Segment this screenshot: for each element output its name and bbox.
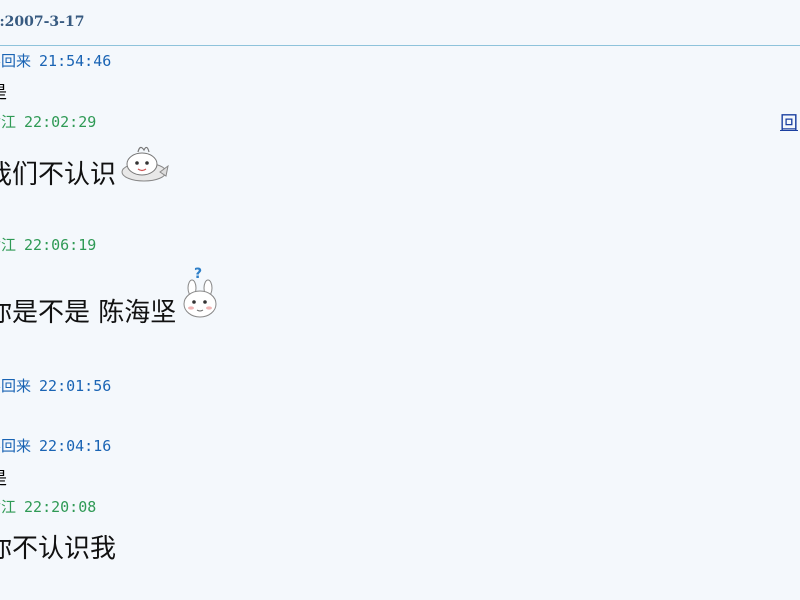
message-text: 你是不是 陈海坚 xyxy=(0,298,177,328)
sender-name: 瀚江 xyxy=(0,498,17,516)
sender-name: 瀚江 xyxy=(0,113,17,131)
message-text: 我们不认识 xyxy=(0,160,117,190)
sender-name: 瀚江 xyxy=(0,236,17,254)
history-date: t:2007-3-17 xyxy=(0,14,85,30)
message-meta: 瀚江 22:20:08 xyxy=(0,496,96,517)
sender-name: 不回来 xyxy=(0,437,32,455)
message-meta: 瀚江 22:02:29 xyxy=(0,111,96,132)
history-header: t:2007-3-17 xyxy=(0,0,800,46)
confused-bunny-emoticon: ? xyxy=(180,266,222,329)
message-time: 22:04:16 xyxy=(39,437,112,455)
message-meta: 不回来 22:04:16 xyxy=(0,435,111,456)
message-time: 22:01:56 xyxy=(39,377,112,395)
whale-emoticon xyxy=(120,142,170,191)
message-text-row: 你是不是 陈海坚 ? xyxy=(0,266,222,329)
message-meta: 不回来 21:54:46 xyxy=(0,50,111,71)
message-text-row: 你不认识我 xyxy=(0,528,116,565)
reply-link[interactable]: 回 xyxy=(780,109,798,135)
message-time: 22:20:08 xyxy=(24,498,97,516)
message-text: 是 xyxy=(0,78,7,103)
message-text-row: 我们不认识 xyxy=(0,142,170,191)
message-time: 21:54:46 xyxy=(39,52,112,70)
sender-name: 不回来 xyxy=(0,52,32,70)
message-time: 22:02:29 xyxy=(24,113,97,131)
svg-text:?: ? xyxy=(194,266,202,282)
message-text: 是 xyxy=(0,464,7,489)
message-meta: 不回来 22:01:56 xyxy=(0,375,111,396)
message-time: 22:06:19 xyxy=(24,236,97,254)
message-text: 你不认识我 xyxy=(0,534,117,564)
sender-name: 不回来 xyxy=(0,377,32,395)
message-meta: 瀚江 22:06:19 xyxy=(0,234,96,255)
